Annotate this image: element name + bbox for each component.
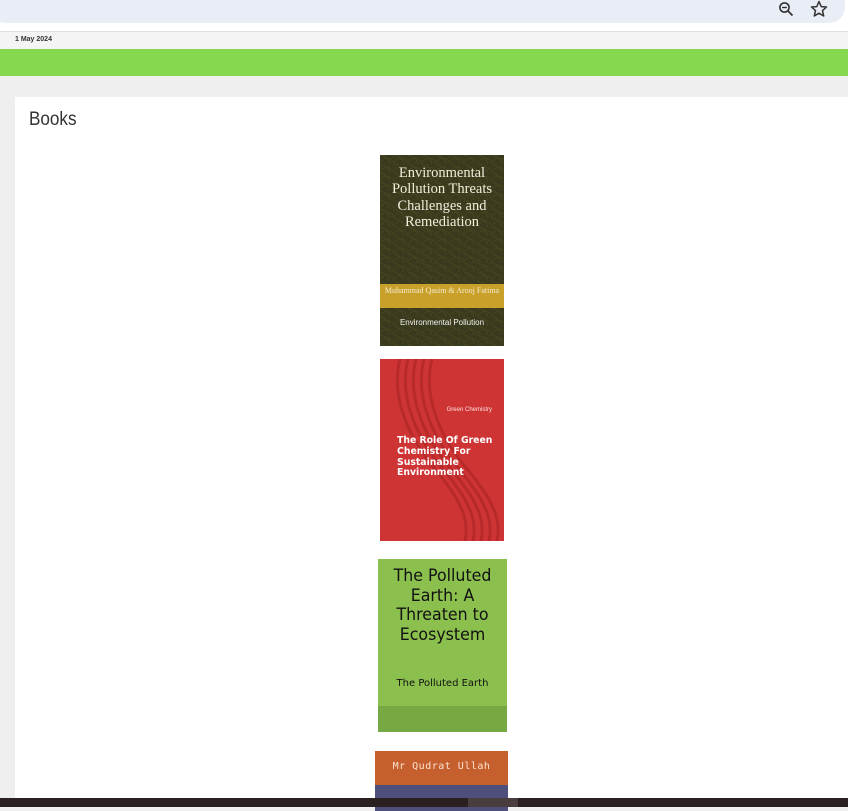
author-band: Mr Qudrat Ullah	[375, 751, 508, 785]
cover-bottom-band	[378, 706, 507, 732]
book-subtitle: The Polluted Earth	[396, 678, 489, 689]
address-bar[interactable]	[0, 0, 845, 23]
date-text: 1 May 2024	[15, 36, 52, 43]
book-cover-2[interactable]: Green Chemistry The Role Of Green Chemis…	[380, 359, 504, 541]
green-nav-bar	[0, 49, 848, 76]
book-title: Environmental Pollution Threats Challeng…	[391, 165, 493, 230]
star-icon[interactable]	[808, 0, 830, 18]
book-subtitle: Environmental Pollution	[399, 318, 485, 327]
books-panel: Books Environmental Pollution Threats Ch…	[15, 97, 848, 811]
book-cover-1[interactable]: Environmental Pollution Threats Challeng…	[380, 155, 504, 346]
book-tag: Green Chemistry	[446, 407, 492, 413]
date-bar: 1 May 2024	[0, 31, 848, 49]
taskbar	[0, 798, 848, 807]
book-title: The Polluted Earth: A Threaten to Ecosys…	[393, 566, 492, 645]
book-author: Mr Qudrat Ullah	[392, 761, 491, 772]
taskbar-active-item[interactable]	[468, 798, 518, 807]
book-author: Muhammad Qasim & Arooj Fatima	[384, 286, 500, 295]
book-cover-3[interactable]: The Polluted Earth: A Threaten to Ecosys…	[378, 559, 507, 732]
book-title: The Role Of Green Chemistry For Sustaina…	[397, 435, 493, 479]
zoom-out-icon[interactable]	[775, 0, 797, 18]
page-title: Books	[29, 109, 77, 130]
author-band: Muhammad Qasim & Arooj Fatima	[380, 284, 504, 308]
browser-toolbar	[0, 0, 848, 31]
